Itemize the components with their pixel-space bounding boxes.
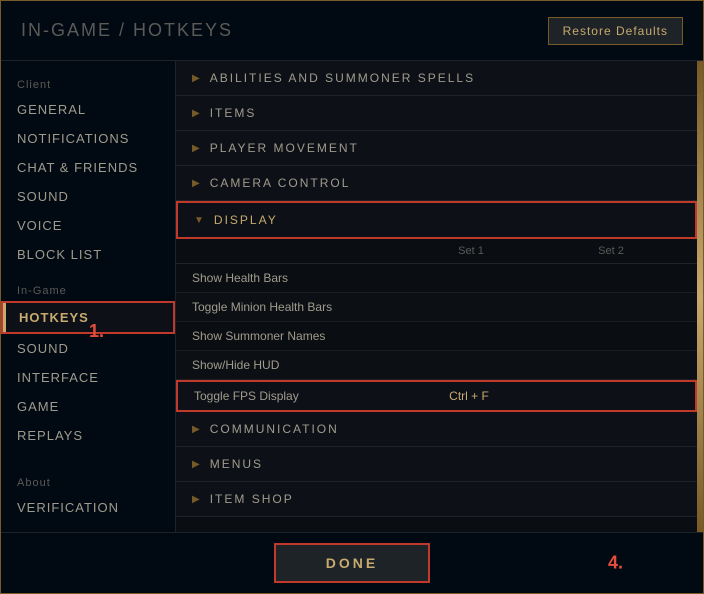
row-show-hide-hud: Show/Hide HUD	[192, 358, 401, 372]
header: IN-GAME / HOTKEYS Restore Defaults	[1, 1, 703, 61]
page-title-main: HOTKEYS	[133, 20, 233, 40]
chevron-right-icon: ▶	[192, 143, 202, 154]
sidebar-item-general[interactable]: GENERAL	[1, 95, 175, 124]
sidebar-client-label: Client	[1, 71, 175, 95]
section-items[interactable]: ▶ ITEMS	[176, 96, 697, 131]
breadcrumb: IN-GAME /	[21, 20, 133, 40]
table-row: Show Summoner Names	[176, 322, 697, 351]
section-player-movement-label: PLAYER MOVEMENT	[210, 141, 359, 155]
section-communication[interactable]: ▶ COMMUNICATION	[176, 412, 697, 447]
section-abilities-label: ABILITIES AND SUMMONER SPELLS	[210, 71, 475, 85]
section-item-shop[interactable]: ▶ ITEM SHOP	[176, 482, 697, 517]
sidebar-item-voice[interactable]: VOICE	[1, 211, 175, 240]
sidebar-about-label: About	[1, 469, 175, 493]
row-fps-name: Toggle FPS Display	[194, 389, 399, 403]
sidebar-item-replays[interactable]: REPLAYS	[1, 421, 175, 450]
section-items-label: ITEMS	[210, 106, 257, 120]
section-display-label: DISPLAY	[214, 213, 278, 227]
sidebar: Client GENERAL NOTIFICATIONS CHAT & FRIE…	[1, 61, 176, 532]
table-row: Show/Hide HUD	[176, 351, 697, 380]
table-header: Set 1 Set 2	[176, 239, 697, 264]
sidebar-item-verification[interactable]: VERIFICATION	[1, 493, 175, 522]
row-minion-health: Toggle Minion Health Bars	[192, 300, 401, 314]
chevron-right-icon: ▶	[192, 459, 202, 470]
section-item-shop-label: ITEM SHOP	[210, 492, 294, 506]
row-fps-set1[interactable]: Ctrl + F	[399, 389, 539, 403]
done-button[interactable]: DONE	[274, 543, 430, 583]
sidebar-item-block-list[interactable]: BLOCK LIST	[1, 240, 175, 269]
page-title: IN-GAME / HOTKEYS	[21, 20, 233, 41]
row-show-health-bars: Show Health Bars	[192, 271, 401, 285]
sidebar-item-chat-friends[interactable]: CHAT & FRIENDS	[1, 153, 175, 182]
sidebar-ingame-label: In-Game	[1, 277, 175, 301]
chevron-right-icon: ▶	[192, 494, 202, 505]
col-header-set1: Set 1	[401, 245, 541, 257]
chevron-right-icon: ▶	[192, 424, 202, 435]
section-menus-label: MENUS	[210, 457, 263, 471]
sidebar-item-notifications[interactable]: NOTIFICATIONS	[1, 124, 175, 153]
section-communication-label: COMMUNICATION	[210, 422, 339, 436]
section-player-movement[interactable]: ▶ PLAYER MOVEMENT	[176, 131, 697, 166]
restore-defaults-button[interactable]: Restore Defaults	[548, 17, 683, 45]
main-layout: Client GENERAL NOTIFICATIONS CHAT & FRIE…	[1, 61, 703, 532]
section-menus[interactable]: ▶ MENUS	[176, 447, 697, 482]
sidebar-item-hotkeys[interactable]: HOTKEYS	[1, 301, 175, 334]
sidebar-item-game[interactable]: GAME	[1, 392, 175, 421]
gold-scrollbar	[697, 61, 703, 532]
section-camera-label: CAMERA CONTROL	[210, 176, 351, 190]
table-row: Toggle Minion Health Bars	[176, 293, 697, 322]
app-container: IN-GAME / HOTKEYS Restore Defaults Clien…	[0, 0, 704, 594]
table-row-fps: Toggle FPS Display Ctrl + F	[176, 380, 697, 412]
table-row: Show Health Bars	[176, 264, 697, 293]
col-header-name	[192, 245, 401, 257]
chevron-down-icon: ▼	[194, 215, 206, 226]
section-camera-control[interactable]: ▶ CAMERA CONTROL	[176, 166, 697, 201]
sidebar-item-sound-ig[interactable]: SOUND	[1, 334, 175, 363]
col-header-set2: Set 2	[541, 245, 681, 257]
section-display[interactable]: ▼ DISPLAY	[176, 201, 697, 239]
annotation-4: 4.	[608, 553, 623, 574]
sidebar-item-sound[interactable]: SOUND	[1, 182, 175, 211]
bottom-bar: DONE 4.	[1, 532, 703, 593]
chevron-right-icon: ▶	[192, 73, 202, 84]
row-summoner-names: Show Summoner Names	[192, 329, 401, 343]
content-area: ▶ ABILITIES AND SUMMONER SPELLS ▶ ITEMS …	[176, 61, 697, 532]
chevron-right-icon: ▶	[192, 178, 202, 189]
chevron-right-icon: ▶	[192, 108, 202, 119]
sidebar-item-interface[interactable]: INTERFACE	[1, 363, 175, 392]
section-abilities[interactable]: ▶ ABILITIES AND SUMMONER SPELLS	[176, 61, 697, 96]
